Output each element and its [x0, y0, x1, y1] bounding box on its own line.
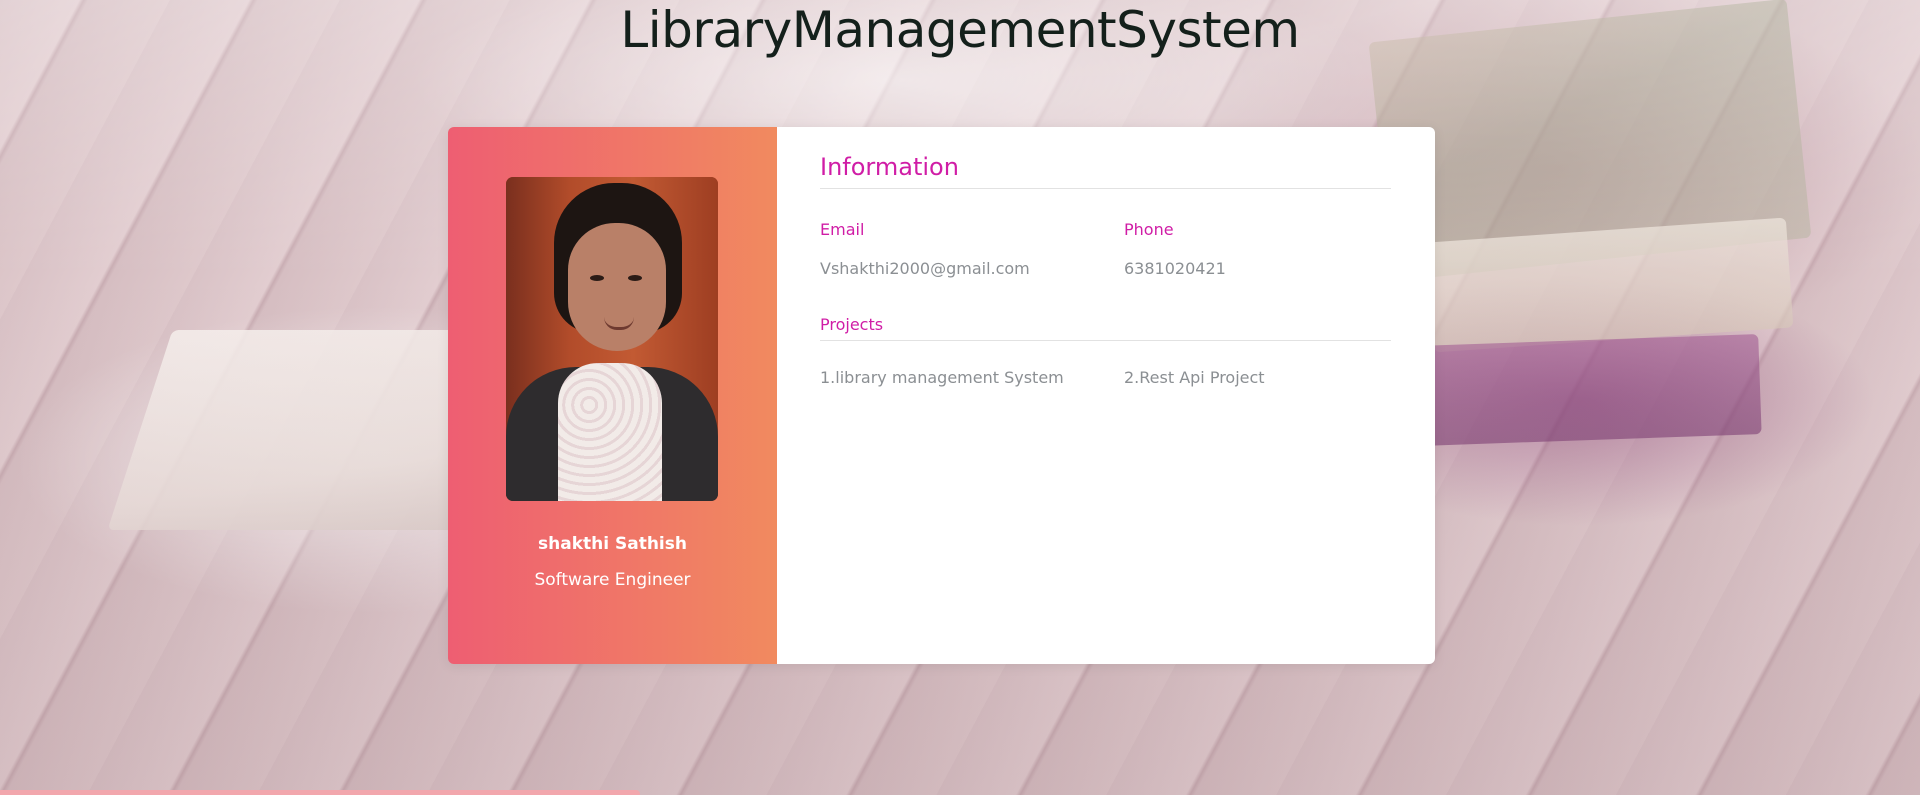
profile-card: shakthi Sathish Software Engineer Inform… — [448, 127, 1435, 664]
projects-label: Projects — [820, 315, 884, 334]
information-panel: Information Email Vshakthi2000@gmail.com… — [777, 127, 1435, 664]
page-title: LibraryManagementSystem — [620, 1, 1300, 59]
project-item: 1.library management System — [820, 368, 1064, 387]
bottom-accent-bar — [0, 790, 640, 795]
photo-face — [568, 223, 666, 351]
information-divider — [820, 188, 1391, 189]
email-label: Email — [820, 220, 865, 239]
profile-role: Software Engineer — [534, 570, 691, 590]
email-value: Vshakthi2000@gmail.com — [820, 259, 1030, 278]
project-item: 2.Rest Api Project — [1124, 368, 1265, 387]
photo-eye-left — [590, 275, 604, 281]
profile-sidebar: shakthi Sathish Software Engineer — [448, 127, 777, 664]
photo-eye-right — [628, 275, 642, 281]
photo-shirt — [558, 363, 662, 501]
phone-value: 6381020421 — [1124, 259, 1226, 278]
profile-name: shakthi Sathish — [538, 534, 687, 554]
information-heading: Information — [820, 153, 959, 181]
profile-photo — [506, 177, 718, 501]
projects-divider — [820, 340, 1391, 341]
phone-label: Phone — [1124, 220, 1174, 239]
